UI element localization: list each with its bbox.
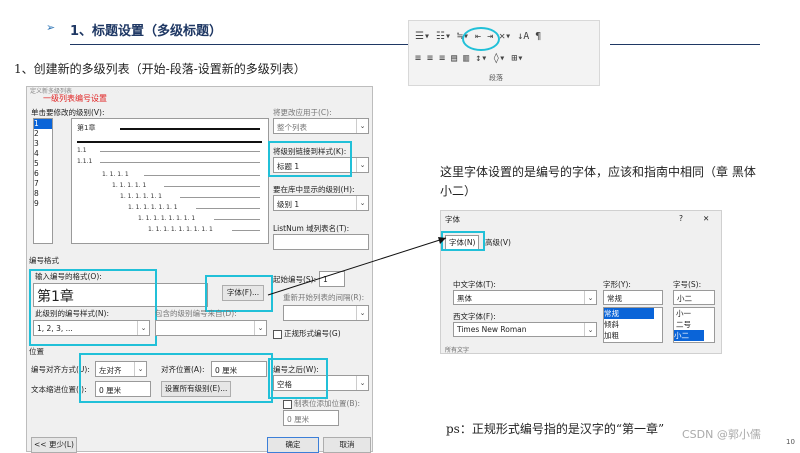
watermark: CSDN @郭小儒 bbox=[682, 428, 761, 441]
arrow-head bbox=[438, 237, 446, 244]
ps-note: ps：正规形式编号指的是汉字的“第一章” bbox=[446, 422, 665, 436]
arrow-line bbox=[267, 237, 447, 296]
connector-arrow bbox=[267, 237, 447, 296]
page-number: 10 bbox=[786, 438, 795, 446]
